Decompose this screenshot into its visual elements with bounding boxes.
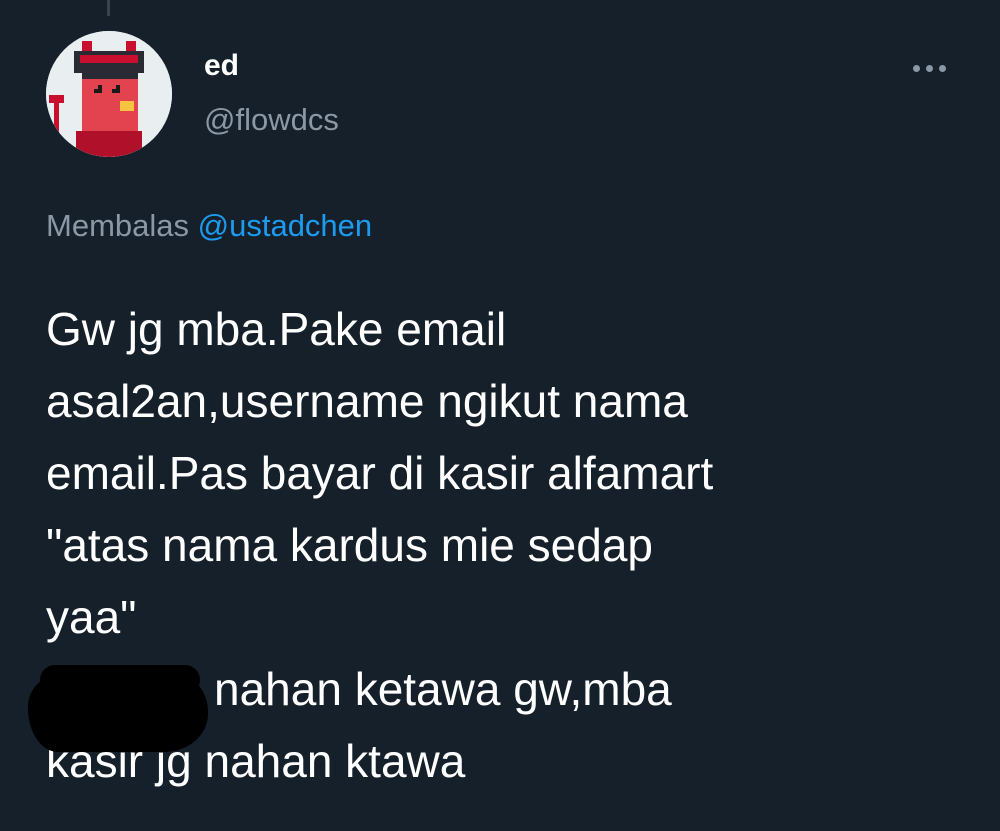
avatar[interactable] (46, 31, 172, 157)
more-horizontal-icon-dot (925, 64, 933, 72)
more-horizontal-icon-dot (938, 64, 946, 72)
reply-context: Membalas @ustadchen (46, 206, 372, 246)
reply-mention-link[interactable]: @ustadchen (198, 208, 373, 243)
pixel-art-devil-avatar-icon (46, 31, 172, 157)
author-display-name[interactable]: ed (204, 46, 239, 86)
tweet-text-line: "atas nama kardus mie sedap (46, 519, 653, 571)
more-options-button[interactable] (902, 50, 956, 86)
tweet-text-line: Gw jg mba.Pake email (46, 303, 507, 355)
redaction-mark (28, 672, 208, 752)
more-horizontal-icon (912, 64, 920, 72)
tweet-text-line: asal2an,username ngikut nama (46, 375, 688, 427)
reply-prefix: Membalas (46, 208, 189, 243)
tweet-text-line: email.Pas bayar di kasir alfamart (46, 447, 714, 499)
author-handle[interactable]: @flowdcs (204, 100, 339, 140)
tweet-text-line: yaa" (46, 591, 137, 643)
thread-connector-line (107, 0, 110, 16)
